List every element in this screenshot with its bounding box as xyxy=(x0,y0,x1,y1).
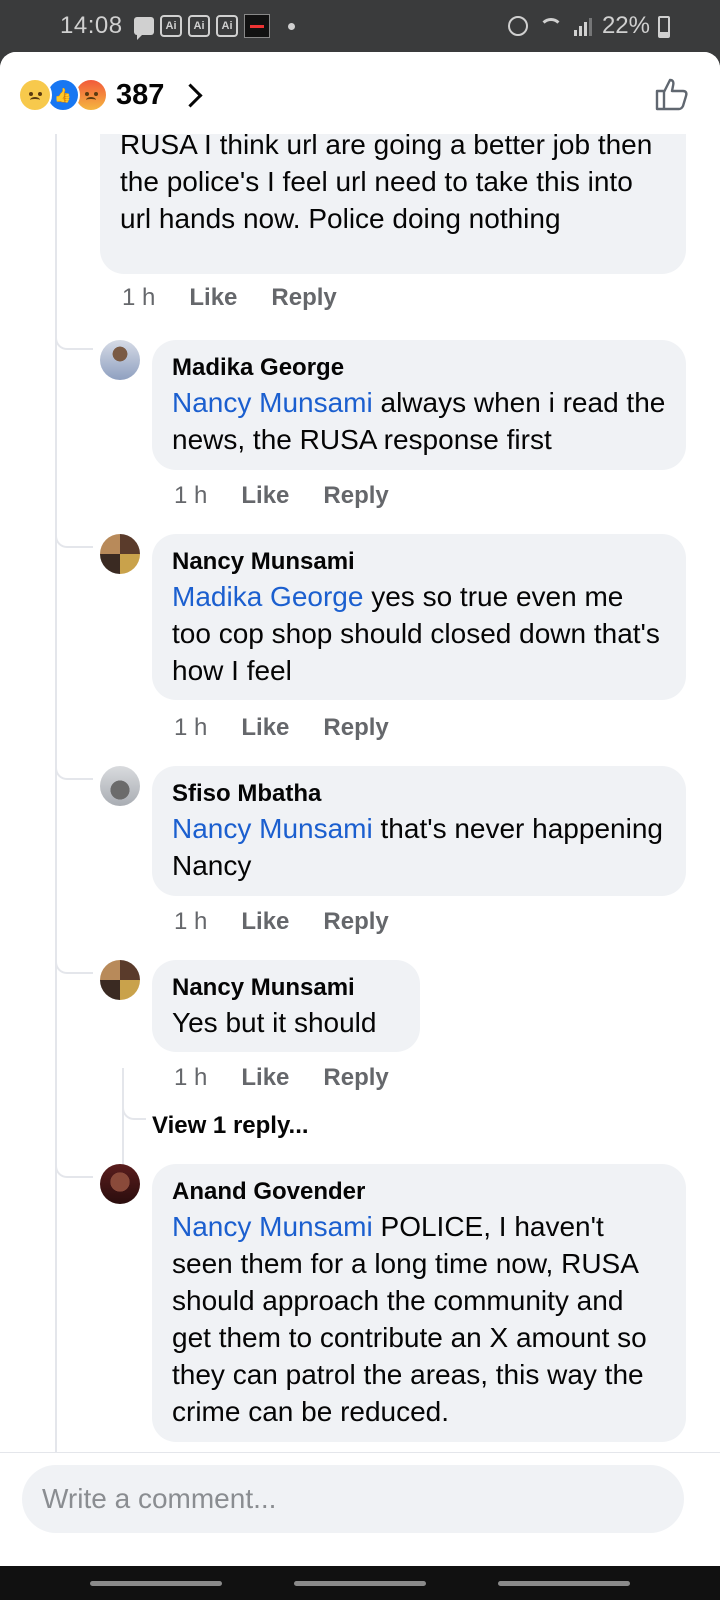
reply-button[interactable]: Reply xyxy=(323,1064,388,1092)
notification-icons: Ai Ai Ai xyxy=(134,14,295,40)
comment-time: 1 h xyxy=(122,284,156,311)
avatar[interactable] xyxy=(100,534,140,574)
reactions-header: 👍 387 xyxy=(0,52,720,134)
comment-actions: 1 h Like Reply xyxy=(174,482,389,510)
comment-composer-bar xyxy=(0,1452,720,1566)
comment-actions: 1 h Like Reply xyxy=(174,1064,389,1092)
like-comment-button[interactable]: Like xyxy=(241,482,289,510)
reply-connector xyxy=(55,956,93,974)
comment-text: Yes but it should xyxy=(172,1007,377,1038)
comment-text: Nancy Munsami POLICE, I haven't seen the… xyxy=(172,1211,647,1427)
commenter-name[interactable]: Madika George xyxy=(172,352,666,384)
like-comment-button[interactable]: Like xyxy=(241,908,289,936)
avatar[interactable] xyxy=(100,340,140,380)
sad-reaction-icon xyxy=(18,78,52,112)
comment-time: 1 h xyxy=(174,714,208,741)
more-notifications-dot xyxy=(288,22,295,30)
reply-button[interactable]: Reply xyxy=(271,284,336,312)
reply-button[interactable]: Reply xyxy=(323,482,388,510)
like-comment-button[interactable]: Like xyxy=(241,714,289,742)
commenter-name[interactable]: Nancy Munsami xyxy=(172,546,666,578)
alarm-icon xyxy=(507,16,528,36)
mention-link[interactable]: Nancy Munsami xyxy=(172,813,373,844)
comment-text: RUSA I think url are going a better job … xyxy=(120,129,653,234)
message-icon xyxy=(134,17,154,40)
reply-connector xyxy=(55,1160,93,1178)
chevron-right-icon xyxy=(178,82,203,108)
comment-bubble[interactable]: Nancy Munsami Madika George yes so true … xyxy=(152,534,686,700)
wifi-icon xyxy=(538,16,564,36)
reactions-summary[interactable]: 👍 387 xyxy=(18,78,203,112)
battery-icon xyxy=(658,16,670,38)
like-comment-button[interactable]: Like xyxy=(241,1064,289,1092)
reply-connector xyxy=(55,530,93,548)
comment-bubble[interactable]: Sfiso Mbatha Nancy Munsami that's never … xyxy=(152,766,686,896)
reply-connector xyxy=(55,762,93,780)
mention-link[interactable]: Nancy Munsami xyxy=(172,1211,373,1242)
avatar[interactable] xyxy=(100,960,140,1000)
mention-link[interactable]: Madika George xyxy=(172,581,363,612)
comment-actions: 1 h Like Reply xyxy=(122,284,337,312)
ai-icon: Ai xyxy=(160,15,182,37)
ai-icon: Ai xyxy=(216,15,238,37)
clock: 14:08 xyxy=(60,12,123,39)
nav-recents-button[interactable] xyxy=(498,1581,630,1586)
comment-bubble[interactable]: Anand Govender Nancy Munsami POLICE, I h… xyxy=(152,1164,686,1442)
like-comment-button[interactable]: Like xyxy=(189,284,237,312)
comment-thread: RUSA I think url are going a better job … xyxy=(0,106,720,1534)
reaction-count: 387 xyxy=(116,78,165,111)
app-notification-icon xyxy=(244,14,270,38)
reply-connector xyxy=(55,332,93,350)
mention-link[interactable]: Nancy Munsami xyxy=(172,387,373,418)
reply-connector xyxy=(122,1102,146,1120)
system-icons: 22% xyxy=(507,12,670,40)
battery-percent: 22% xyxy=(601,12,650,39)
signal-icon xyxy=(573,16,592,36)
comment-input[interactable] xyxy=(22,1465,684,1533)
like-button[interactable] xyxy=(654,76,690,112)
avatar[interactable] xyxy=(100,766,140,806)
comment-bubble[interactable]: Madika George Nancy Munsami always when … xyxy=(152,340,686,470)
reply-button[interactable]: Reply xyxy=(323,714,388,742)
comment-text: Nancy Munsami always when i read the new… xyxy=(172,387,666,455)
status-bar: 14:08 Ai Ai Ai 22% xyxy=(0,0,720,52)
comment-time: 1 h xyxy=(174,482,208,509)
commenter-name[interactable]: Sfiso Mbatha xyxy=(172,778,666,810)
comment-time: 1 h xyxy=(174,908,208,935)
ai-icon: Ai xyxy=(188,15,210,37)
commenter-name[interactable]: Anand Govender xyxy=(172,1176,666,1208)
nav-home-button[interactable] xyxy=(294,1581,426,1586)
commenter-name[interactable]: Nancy Munsami xyxy=(172,972,400,1004)
avatar[interactable] xyxy=(100,1164,140,1204)
comments-sheet: 👍 387 RUSA I think url are going a bette… xyxy=(0,52,720,1566)
comment-bubble[interactable]: Nancy Munsami Yes but it should xyxy=(152,960,420,1052)
comment-actions: 1 h Like Reply xyxy=(174,908,389,936)
nav-back-button[interactable] xyxy=(90,1581,222,1586)
view-replies-link[interactable]: View 1 reply... xyxy=(152,1112,309,1140)
comment-text: Madika George yes so true even me too co… xyxy=(172,581,660,686)
comment-text: Nancy Munsami that's never happening Nan… xyxy=(172,813,663,881)
system-nav-bar xyxy=(0,1566,720,1600)
comment-time: 1 h xyxy=(174,1064,208,1091)
reply-button[interactable]: Reply xyxy=(323,908,388,936)
comment-actions: 1 h Like Reply xyxy=(174,714,389,742)
